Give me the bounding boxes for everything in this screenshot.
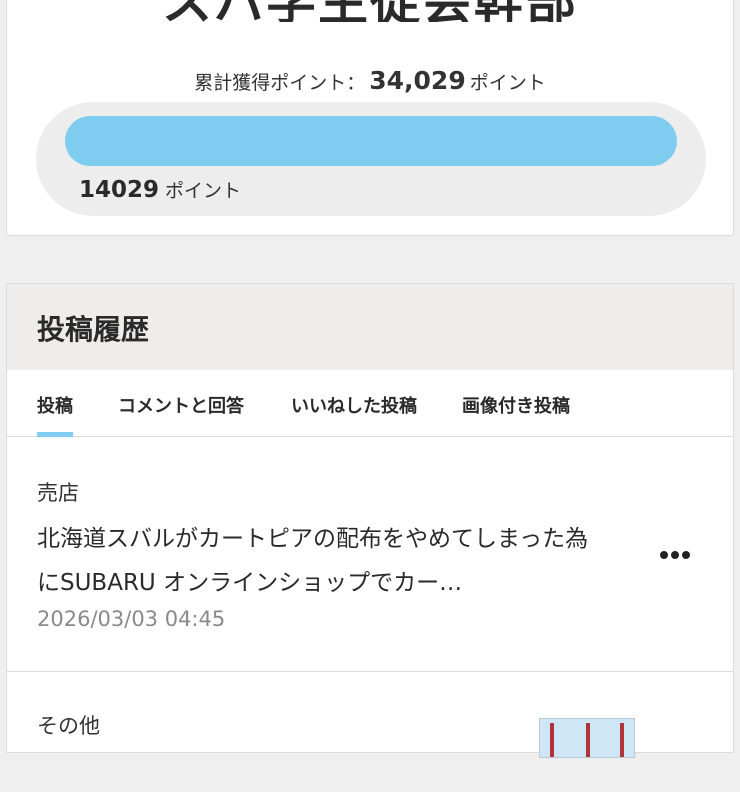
more-horizontal-icon[interactable]	[655, 545, 695, 565]
points-progress-panel: 14029 ポイント	[36, 102, 706, 216]
current-points-value: 14029	[79, 177, 160, 203]
rank-title: スバ学生徒会幹部	[7, 0, 733, 22]
post-history-card: 投稿履歴 投稿 コメントと回答 いいねした投稿 画像付き投稿 売店 北海道スバル…	[6, 283, 734, 758]
points-progress-fill	[65, 116, 677, 166]
total-points-value: 34,029	[369, 66, 466, 95]
post-item[interactable]: その他	[7, 672, 733, 792]
post-item[interactable]: 売店 北海道スバルがカートピアの配布をやめてしまった為にSUBARU オンライン…	[7, 437, 733, 672]
current-points: 14029 ポイント	[79, 176, 241, 203]
tab-comments-answers[interactable]: コメントと回答	[118, 392, 244, 418]
tab-image-posts[interactable]: 画像付き投稿	[462, 392, 570, 418]
total-points-unit: ポイント	[469, 72, 546, 94]
post-thumbnail[interactable]	[539, 718, 635, 758]
current-points-unit: ポイント	[165, 180, 242, 202]
total-points-row: 累計獲得ポイント： 34,029 ポイント	[7, 66, 733, 95]
post-date: 2026/03/03 04:45	[37, 607, 226, 631]
tab-posts[interactable]: 投稿	[37, 392, 73, 418]
total-points-label: 累計獲得ポイント：	[194, 72, 366, 94]
post-history-header: 投稿履歴	[7, 284, 733, 370]
post-history-title: 投稿履歴	[37, 313, 150, 346]
points-progress-bar	[65, 116, 677, 166]
post-body[interactable]: 北海道スバルがカートピアの配布をやめてしまった為にSUBARU オンラインショッ…	[37, 517, 607, 605]
post-history-tabs: 投稿 コメントと回答 いいねした投稿 画像付き投稿	[7, 370, 733, 437]
tab-liked-posts[interactable]: いいねした投稿	[291, 392, 417, 418]
post-category: 売店	[37, 481, 79, 505]
post-category: その他	[37, 714, 100, 738]
profile-card: スバ学生徒会幹部 累計獲得ポイント：34,029ポイント 14029ポイント	[6, 0, 734, 236]
